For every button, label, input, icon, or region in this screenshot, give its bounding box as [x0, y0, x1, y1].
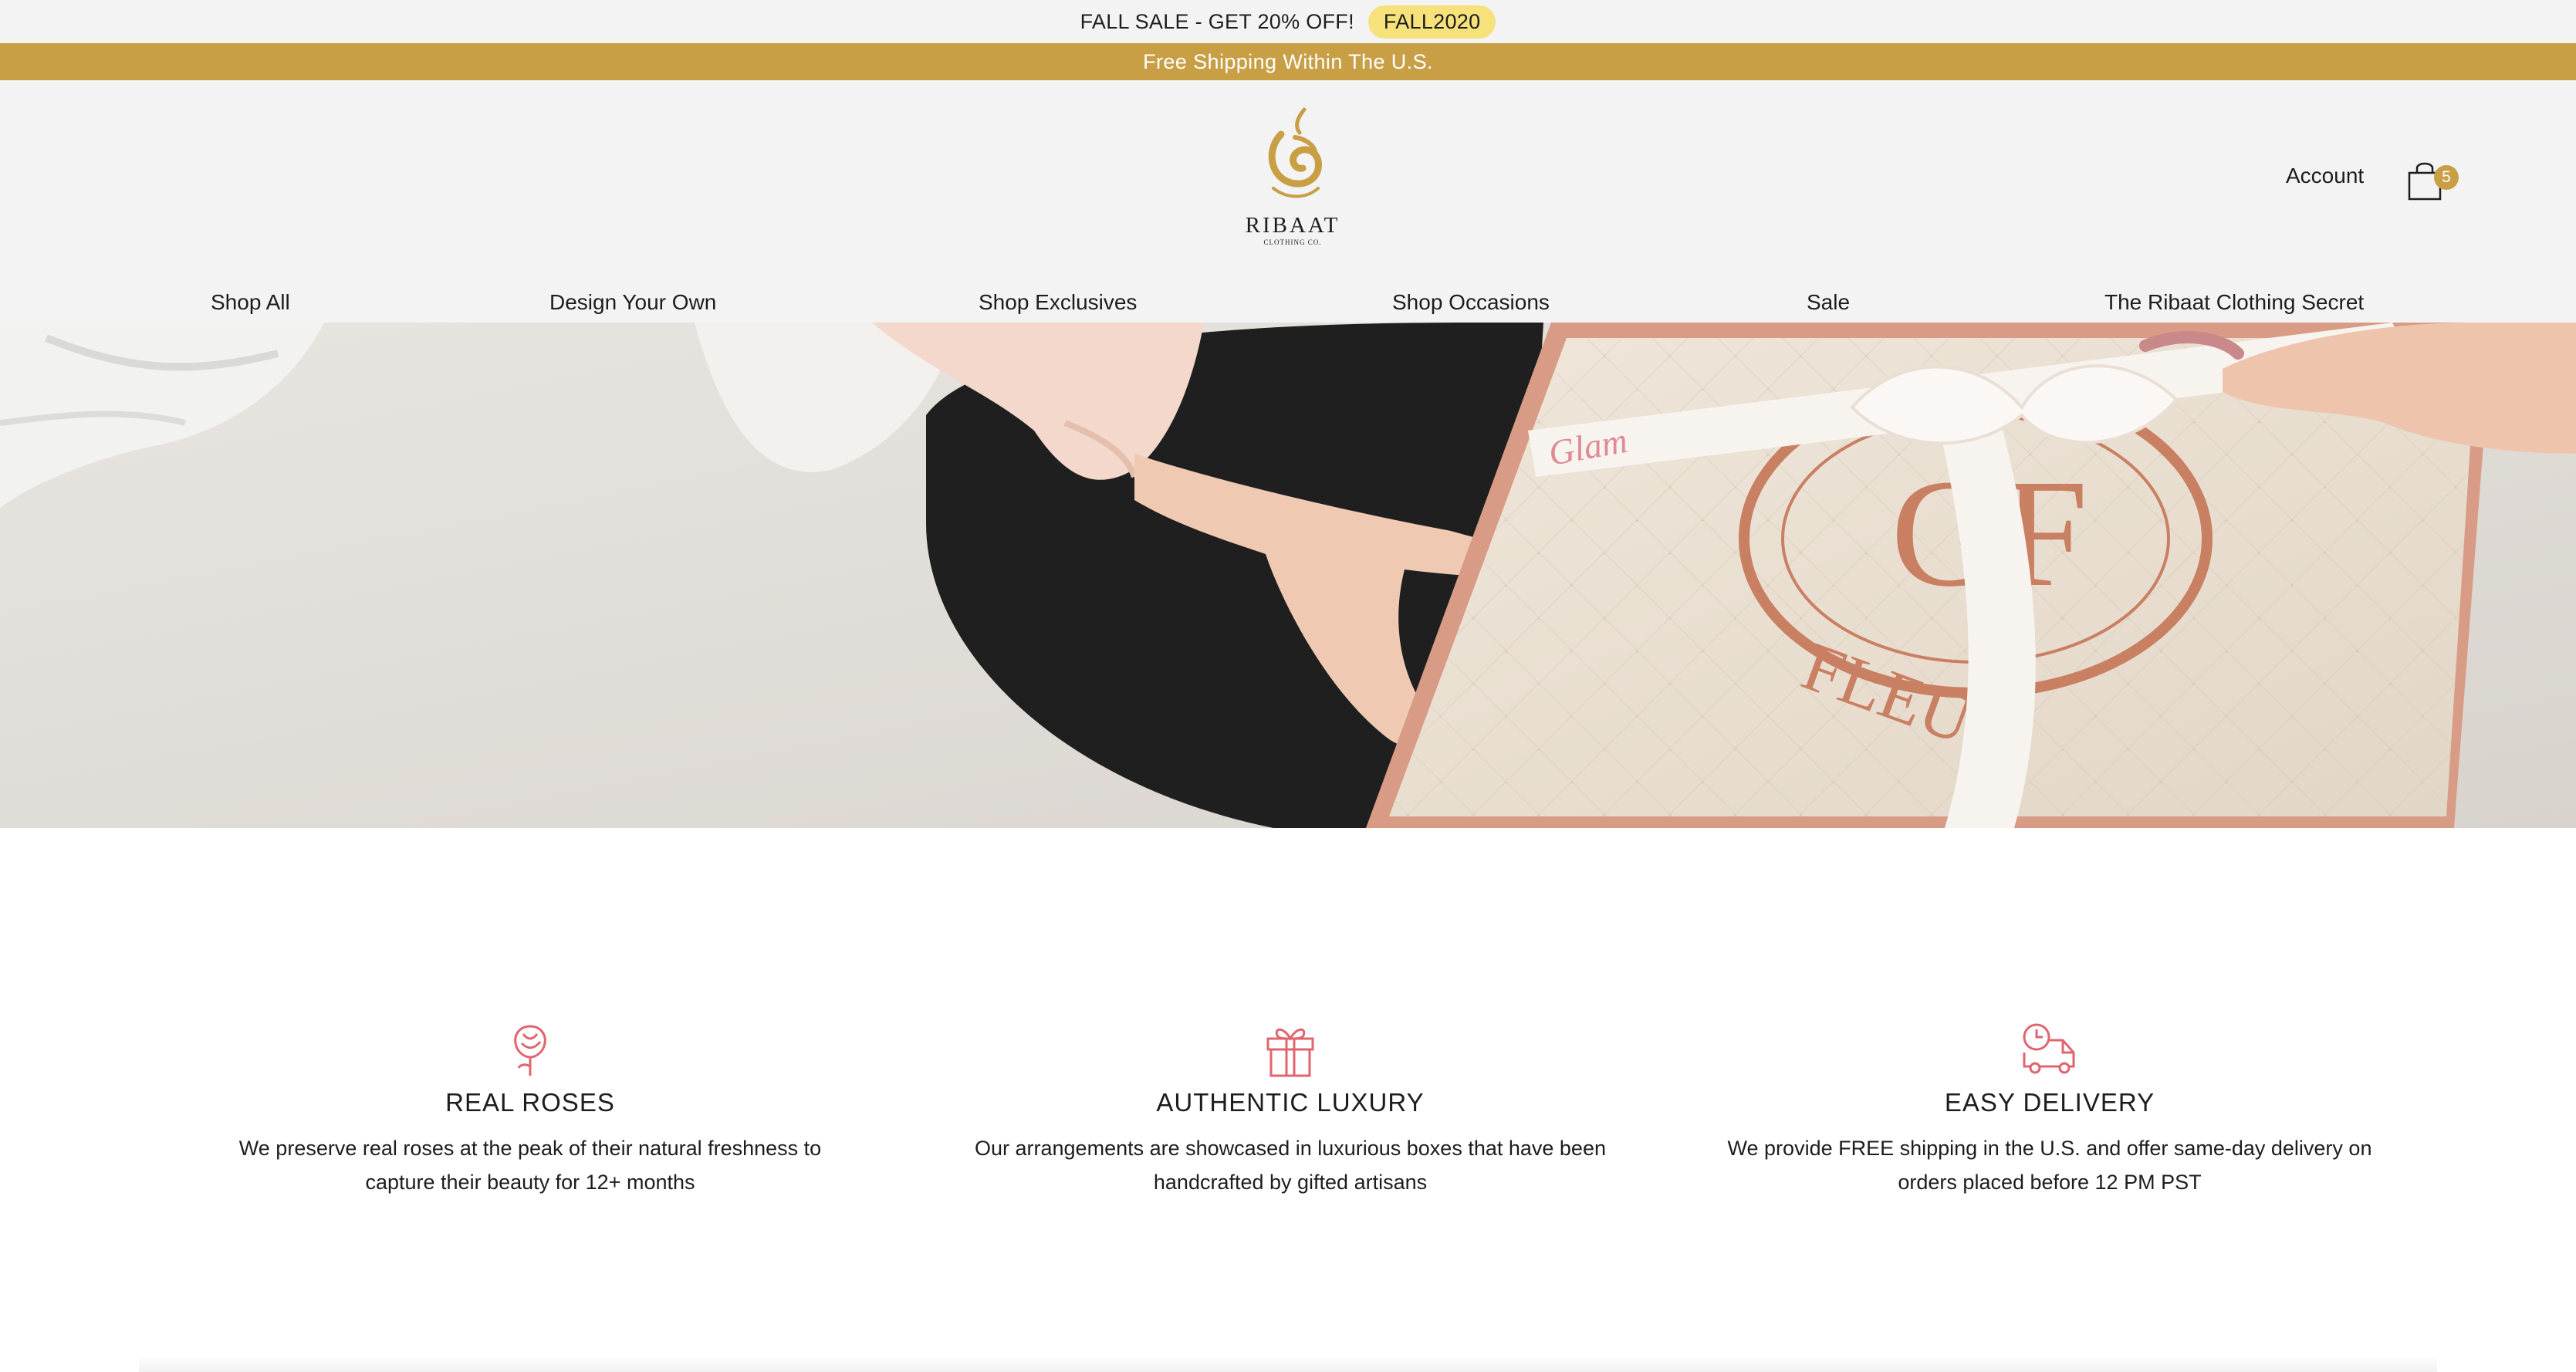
nav-item-ribaat-secret[interactable]: The Ribaat Clothing Secret — [2104, 290, 2364, 315]
shipping-bar: Free Shipping Within The U.S. — [0, 43, 2576, 80]
feature-real-roses: REAL ROSES We preserve real roses at the… — [183, 1017, 877, 1199]
brand-logo[interactable]: RIBAAT CLOTHING CO. — [1239, 103, 1347, 258]
feature-authentic-luxury: AUTHENTIC LUXURY Our arrangements are sh… — [943, 1017, 1638, 1199]
feature-description-line1: We provide FREE shipping in the U.S. and… — [1727, 1137, 2372, 1160]
feature-easy-delivery: EASY DELIVERY We provide FREE shipping i… — [1702, 1017, 2397, 1199]
nav-item-shop-all[interactable]: Shop All — [211, 290, 290, 315]
hero-banner[interactable]: GF FLEUR Glam — [0, 323, 2576, 828]
main-nav: Shop All Design Your Own Shop Exclusives… — [0, 282, 2576, 321]
cart-button[interactable]: 5 — [2405, 157, 2459, 205]
announcement-bar: FALL SALE - GET 20% OFF! FALL2020 — [0, 0, 2576, 43]
nav-item-design-your-own[interactable]: Design Your Own — [549, 290, 716, 315]
ribaat-logo-icon — [1268, 107, 1323, 198]
promo-code-badge[interactable]: FALL2020 — [1367, 5, 1496, 39]
nav-item-shop-exclusives[interactable]: Shop Exclusives — [979, 290, 1137, 315]
feature-title: REAL ROSES — [445, 1088, 615, 1117]
brand-subtitle: CLOTHING CO. — [1263, 238, 1322, 246]
account-link[interactable]: Account — [2286, 164, 2364, 188]
features-section: REAL ROSES We preserve real roses at the… — [0, 828, 2576, 1372]
feature-title: AUTHENTIC LUXURY — [1156, 1088, 1425, 1117]
brand-name: RIBAAT — [1245, 213, 1340, 238]
feature-description-line1: Our arrangements are showcased in luxuri… — [975, 1137, 1606, 1160]
site-header: RIBAAT CLOTHING CO. Account 5 Shop All D… — [0, 80, 2576, 323]
rose-icon — [514, 1025, 546, 1076]
feature-title: EASY DELIVERY — [1944, 1088, 2155, 1117]
section-divider-shadow — [139, 1357, 2437, 1372]
delivery-truck-icon — [2023, 1023, 2075, 1074]
gift-icon — [1266, 1028, 1314, 1077]
feature-description-line2: orders placed before 12 PM PST — [1898, 1171, 2202, 1194]
feature-description-line2: handcrafted by gifted artisans — [1153, 1171, 1428, 1194]
feature-description-line1: We preserve real roses at the peak of th… — [238, 1137, 822, 1160]
nav-item-shop-occasions[interactable]: Shop Occasions — [1392, 290, 1550, 315]
feature-description-line2: capture their beauty for 12+ months — [365, 1171, 695, 1194]
nav-item-sale[interactable]: Sale — [1807, 290, 1850, 315]
hero-gift-box-image: GF FLEUR Glam — [0, 323, 2576, 828]
cart-count-badge: 5 — [2434, 165, 2459, 190]
announcement-text: FALL SALE - GET 20% OFF! — [1080, 9, 1354, 33]
shipping-text: Free Shipping Within The U.S. — [1143, 49, 1433, 73]
